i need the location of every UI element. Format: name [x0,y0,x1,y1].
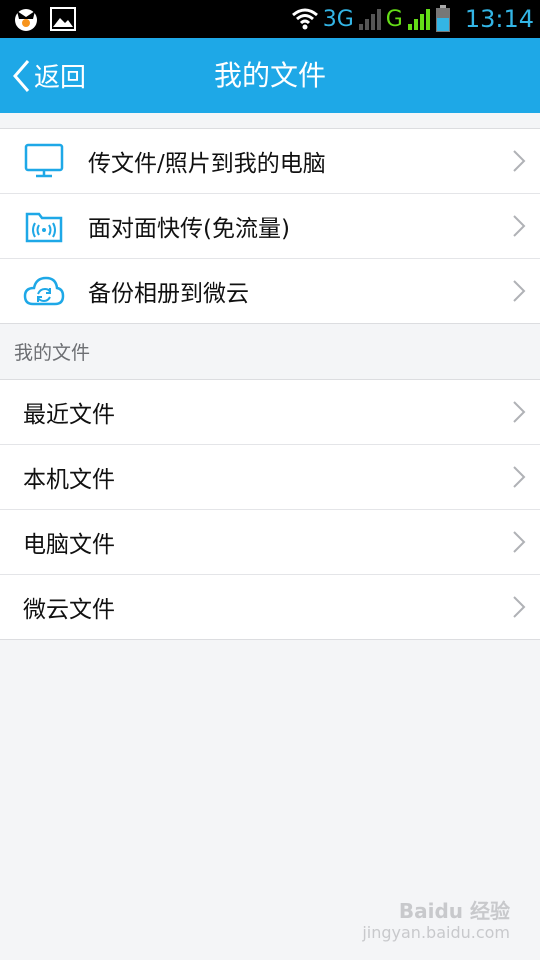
watermark: Baidu 经验 jingyan.baidu.com [362,899,510,942]
network-g-label: G [385,6,403,32]
list-item-label: 电脑文件 [23,532,115,558]
chevron-left-icon [13,59,30,92]
list-item-label: 最近文件 [23,402,115,428]
battery-icon [435,5,450,32]
list-item-label: 面对面快传(免流量) [88,216,290,242]
list-item-label: 备份相册到微云 [88,281,249,307]
list-item-pc-files[interactable]: 电脑文件 [0,510,540,575]
list-item-recent-files[interactable]: 最近文件 [0,380,540,445]
list-item-label: 传文件/照片到我的电脑 [88,151,326,177]
section-header: 我的文件 [14,342,91,364]
chevron-right-icon [513,401,526,423]
status-bar: 3G G 13:14 [0,0,540,38]
watermark-brand: Baidu 经验 [398,898,510,923]
status-bar-right: 3G G 13:14 [291,4,534,34]
cloud-sync-icon [23,276,65,306]
list-item-backup-album[interactable]: 备份相册到微云 [0,259,540,323]
list-item-transfer-to-pc[interactable]: 传文件/照片到我的电脑 [0,129,540,194]
chevron-right-icon [513,280,526,302]
list-item-local-files[interactable]: 本机文件 [0,445,540,510]
wifi-icon [291,8,318,30]
chevron-right-icon [513,215,526,237]
title-bar: 返回 我的文件 [0,38,540,113]
wireless-folder-icon [25,212,63,243]
image-notification-icon [50,7,76,31]
chevron-right-icon [513,150,526,172]
back-label: 返回 [34,63,87,93]
action-list: 传文件/照片到我的电脑 面对面快传(免流量) 备份相册到微云 [0,128,540,324]
watermark-url: jingyan.baidu.com [362,922,510,942]
chevron-right-icon [513,466,526,488]
clock: 13:14 [464,5,534,33]
list-item-label: 本机文件 [23,467,115,493]
chevron-right-icon [513,531,526,553]
list-item-label: 微云文件 [23,597,115,623]
app-notification-icon [15,9,37,31]
list-item-face-to-face[interactable]: 面对面快传(免流量) [0,194,540,259]
list-item-weiyun-files[interactable]: 微云文件 [0,575,540,639]
monitor-icon [24,143,64,178]
network-3g-label: 3G [322,6,354,32]
signal-icon [358,9,381,30]
chevron-right-icon [513,596,526,618]
back-button[interactable]: 返回 [10,38,86,113]
status-bar-left [12,5,76,33]
file-list: 最近文件 本机文件 电脑文件 微云文件 [0,379,540,640]
signal-strength-icon [407,9,430,30]
